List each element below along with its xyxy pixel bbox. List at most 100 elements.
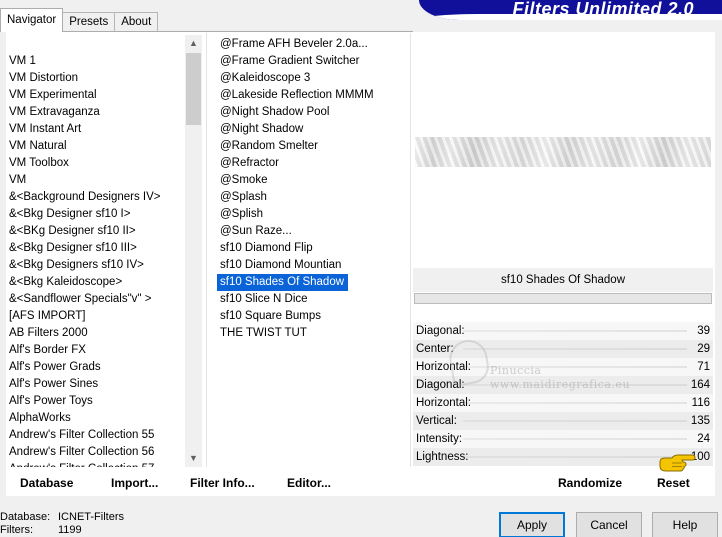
parameter-slider[interactable]: Horizontal: 116 xyxy=(413,394,713,412)
filter-item[interactable]: sf10 Square Bumps xyxy=(217,308,407,325)
slider-track[interactable] xyxy=(463,438,687,440)
filter-item[interactable]: @Kaleidoscope 3 xyxy=(217,70,407,87)
filter-item[interactable]: sf10 Slice N Dice xyxy=(217,291,407,308)
status-area: Database: ICNET-Filters Filters: 1199 xyxy=(0,511,124,537)
category-scrollbar[interactable]: ▲ ▼ xyxy=(185,35,202,467)
chevron-up-icon[interactable]: ▲ xyxy=(185,35,202,52)
filter-item[interactable]: @Sun Raze... xyxy=(217,223,407,240)
parameter-slider[interactable]: Vertical: 135 xyxy=(413,412,713,430)
parameter-value: 164 xyxy=(690,379,710,391)
preview-image xyxy=(415,137,711,167)
filter-item[interactable]: @Night Shadow xyxy=(217,121,407,138)
parameter-label: Horizontal: xyxy=(416,397,471,409)
parameter-slider[interactable]: Horizontal: 71 xyxy=(413,358,713,376)
editor-button[interactable]: Editor... xyxy=(287,476,331,490)
filter-item[interactable]: @Random Smelter xyxy=(217,138,407,155)
parameter-value: 116 xyxy=(691,397,710,409)
category-item[interactable]: VM xyxy=(6,172,184,189)
slider-track[interactable] xyxy=(463,456,687,458)
tab-about[interactable]: About xyxy=(114,12,159,32)
filter-info-button[interactable]: Filter Info... xyxy=(190,476,255,490)
category-item[interactable]: VM Extravaganza xyxy=(6,104,184,121)
category-item[interactable]: AB Filters 2000 xyxy=(6,325,184,342)
parameter-value: 29 xyxy=(697,343,710,355)
category-item[interactable]: Andrew's Filter Collection 57 xyxy=(6,461,184,467)
tab-presets[interactable]: Presets xyxy=(62,12,116,32)
tab-navigator[interactable]: Navigator xyxy=(0,8,64,32)
status-filters-label: Filters: xyxy=(0,524,33,536)
parameter-label: Center: xyxy=(416,343,454,355)
import-button[interactable]: Import... xyxy=(111,476,158,490)
filter-item[interactable]: @Splash xyxy=(217,189,407,206)
status-database-value: ICNET-Filters xyxy=(58,511,124,523)
randomize-button[interactable]: Randomize xyxy=(558,476,622,490)
tab-bar: Navigator Presets About xyxy=(0,8,159,32)
category-item[interactable]: Alf's Power Grads xyxy=(6,359,184,376)
apply-button[interactable]: Apply xyxy=(499,512,565,537)
parameter-slider[interactable]: Diagonal: 39 xyxy=(413,322,713,340)
filter-item[interactable]: sf10 Diamond Mountian xyxy=(217,257,407,274)
category-item[interactable]: VM Instant Art xyxy=(6,121,184,138)
slider-track[interactable] xyxy=(463,366,687,368)
filter-item[interactable]: @Night Shadow Pool xyxy=(217,104,407,121)
filter-list[interactable]: @Frame AFH Beveler 2.0a... @Frame Gradien… xyxy=(217,36,407,346)
parameter-label: Diagonal: xyxy=(416,325,465,337)
filter-item[interactable]: @Splish xyxy=(217,206,407,223)
category-item[interactable]: &<Bkg Designer sf10 I> xyxy=(6,206,184,223)
parameter-slider[interactable]: Intensity: 24 xyxy=(413,430,713,448)
filter-item[interactable]: @Refractor xyxy=(217,155,407,172)
category-item[interactable]: Alf's Power Toys xyxy=(6,393,184,410)
category-item[interactable]: Alf's Power Sines xyxy=(6,376,184,393)
category-item[interactable]: &<Bkg Designer sf10 III> xyxy=(6,240,184,257)
scroll-thumb[interactable] xyxy=(186,53,201,125)
column-divider xyxy=(410,33,411,467)
column-divider xyxy=(206,33,207,467)
category-item[interactable]: Andrew's Filter Collection 56 xyxy=(6,444,184,461)
category-item[interactable]: VM Natural xyxy=(6,138,184,155)
parameter-value: 24 xyxy=(697,433,710,445)
reset-button[interactable]: Reset xyxy=(657,476,690,490)
parameter-label: Intensity: xyxy=(416,433,463,445)
help-button[interactable]: Help xyxy=(652,512,718,537)
parameter-label: Vertical: xyxy=(416,415,457,427)
parameter-list: Diagonal: 39 Center: 29 Horizontal: 71 Diagona… xyxy=(413,322,713,466)
category-item[interactable]: &<Background Designers IV> xyxy=(6,189,184,206)
slider-track[interactable] xyxy=(463,348,687,350)
status-filters-value: 1199 xyxy=(58,524,82,536)
category-item[interactable]: &<Bkg Designers sf10 IV> xyxy=(6,257,184,274)
filter-item[interactable]: sf10 Diamond Flip xyxy=(217,240,407,257)
filter-item-selected[interactable]: sf10 Shades Of Shadow xyxy=(217,274,349,291)
category-item[interactable]: &<BKg Designer sf10 II> xyxy=(6,223,184,240)
category-item[interactable]: AlphaWorks xyxy=(6,410,184,427)
parameter-label: Lightness: xyxy=(416,451,469,463)
category-item[interactable]: [AFS IMPORT] xyxy=(6,308,184,325)
filter-item[interactable]: @Smoke xyxy=(217,172,407,189)
cancel-button[interactable]: Cancel xyxy=(576,512,642,537)
slider-track[interactable] xyxy=(463,330,687,332)
filter-item[interactable]: @Frame Gradient Switcher xyxy=(217,53,407,70)
filter-item[interactable]: @Lakeside Reflection MMMM xyxy=(217,87,407,104)
parameter-value: 39 xyxy=(697,325,710,337)
parameter-slider[interactable]: Diagonal: 164 xyxy=(413,376,713,394)
slider-track[interactable] xyxy=(463,402,687,404)
parameter-slider[interactable]: Center: 29 xyxy=(413,340,713,358)
app-banner: Filters Unlimited 2.0 xyxy=(419,0,722,20)
category-item[interactable]: &<Bkg Kaleidoscope> xyxy=(6,274,184,291)
chevron-down-icon[interactable]: ▼ xyxy=(185,450,202,467)
slider-track[interactable] xyxy=(463,384,687,386)
database-button[interactable]: Database xyxy=(20,476,73,490)
category-item[interactable]: VM 1 xyxy=(6,53,184,70)
category-item[interactable]: &<Sandflower Specials"v" > xyxy=(6,291,184,308)
category-list[interactable]: VM 1 VM Distortion VM Experimental VM Extra… xyxy=(6,53,184,467)
parameter-value: 71 xyxy=(697,361,710,373)
filter-item[interactable]: @Frame AFH Beveler 2.0a... xyxy=(217,36,407,53)
category-item[interactable]: Alf's Border FX xyxy=(6,342,184,359)
slider-track[interactable] xyxy=(463,420,687,422)
category-item[interactable]: VM Toolbox xyxy=(6,155,184,172)
category-item[interactable]: VM Distortion xyxy=(6,70,184,87)
category-item[interactable]: Andrew's Filter Collection 55 xyxy=(6,427,184,444)
category-item[interactable]: VM Experimental xyxy=(6,87,184,104)
window-title: Filters Unlimited 2.0 xyxy=(512,0,694,19)
parameter-value: 135 xyxy=(690,415,710,427)
filter-item[interactable]: THE TWIST TUT xyxy=(217,325,407,342)
